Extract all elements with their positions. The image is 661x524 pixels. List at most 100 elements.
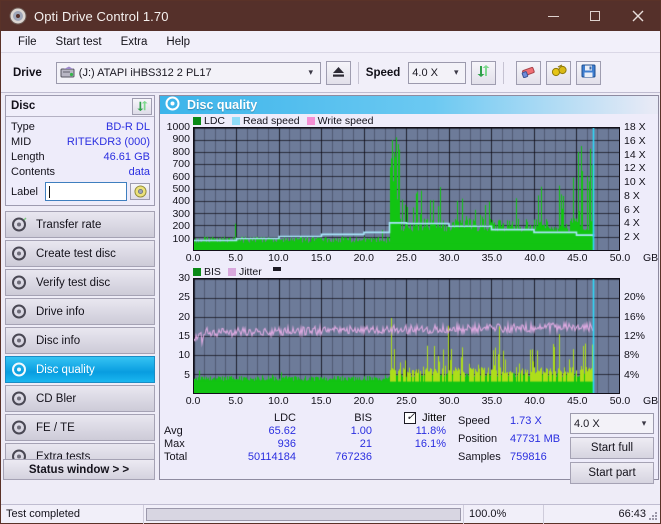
cursor-marker-icon <box>273 267 281 271</box>
speed-select[interactable]: 4.0 X ▾ <box>408 62 466 84</box>
disc-icon <box>12 246 27 261</box>
axis-tick: 5 <box>184 369 190 381</box>
progress-percent: 100.0% <box>464 505 544 524</box>
menu-item-extra[interactable]: Extra <box>112 34 157 50</box>
disc-label-apply-button[interactable] <box>130 183 150 200</box>
axis-tick: 0.0 <box>186 395 201 407</box>
bis-jitter-chart: 51015202530 4%8%12%16%20% <box>160 278 658 394</box>
legend-swatch <box>193 117 201 125</box>
axis-tick: 40.0 <box>524 395 544 407</box>
axis-tick: 15.0 <box>311 395 331 407</box>
legend-item-read-speed: Read speed <box>232 115 300 127</box>
disc-row-length: Length 46.61 GB <box>11 149 150 164</box>
test-speed-select[interactable]: 4.0 X ▾ <box>570 413 654 434</box>
jitter-toggle[interactable]: Jitter <box>378 412 454 424</box>
status-window-button[interactable]: Status window > > <box>3 459 155 480</box>
axis-tick: 18 X <box>624 121 646 133</box>
disc-row-key: Contents <box>11 166 55 178</box>
axis-tick: 30.0 <box>439 252 459 264</box>
disc-row-value: 46.61 GB <box>45 151 150 163</box>
sidebar-item-label: Disc quality <box>36 364 95 376</box>
disc-icon <box>12 333 27 348</box>
main-body: Disc Type BD-R DL MID R <box>1 94 661 482</box>
readout-row-position: Position 47731 MB <box>458 429 570 448</box>
drive-toolbar: Drive (J:) ATAPI iHBS312 2 PL17 ▾ <box>1 53 660 93</box>
resize-grip[interactable] <box>648 511 658 521</box>
maximize-button[interactable] <box>574 1 616 31</box>
readout-value: 1.73 X <box>510 415 542 427</box>
stats-max-ldc: 936 <box>216 438 302 450</box>
window-controls <box>532 1 660 31</box>
eraser-icon <box>521 65 537 81</box>
sidebar-item-fe-te[interactable]: FE / TE <box>5 414 155 441</box>
sidebar-item-create-test-disc[interactable]: Create test disc <box>5 240 155 267</box>
start-full-button[interactable]: Start full <box>570 437 654 459</box>
erase-button[interactable] <box>516 61 541 85</box>
sidebar-item-drive-info[interactable]: Drive info <box>5 298 155 325</box>
sidebar-item-disc-info[interactable]: Disc info <box>5 327 155 354</box>
legend-label: Read speed <box>243 115 300 127</box>
axis-tick: 25 <box>178 291 190 303</box>
ldc-plot-area[interactable] <box>193 127 620 251</box>
axis-tick: 10 <box>178 349 190 361</box>
save-button[interactable] <box>576 61 601 85</box>
glasses-icon <box>551 64 567 81</box>
axis-tick: 35.0 <box>482 252 502 264</box>
ldc-chart-legend: LDC Read speed Write speed <box>160 114 658 127</box>
sidebar-item-verify-test-disc[interactable]: Verify test disc <box>5 269 155 296</box>
sidebar-item-transfer-rate[interactable]: Transfer rate <box>5 211 155 238</box>
legend-swatch <box>228 268 236 276</box>
legend-swatch <box>193 268 201 276</box>
chevron-down-icon: ▾ <box>637 418 651 429</box>
disc-row-contents: Contents data <box>11 164 150 179</box>
menu-item-start-test[interactable]: Start test <box>47 34 111 50</box>
axis-tick: 1000 <box>167 121 190 133</box>
disc-refresh-button[interactable] <box>132 98 152 115</box>
sidebar: Disc Type BD-R DL MID R <box>1 94 159 482</box>
minimize-button[interactable] <box>532 1 574 31</box>
stats-avg-jitter: 11.8% <box>378 425 454 437</box>
sidebar-item-label: Disc info <box>36 335 80 347</box>
eject-button[interactable] <box>326 61 351 85</box>
axis-tick: 2 X <box>624 231 640 243</box>
bis-plot-area[interactable] <box>193 278 620 394</box>
window-title: Opti Drive Control 1.70 <box>34 9 532 24</box>
axis-tick: 4 X <box>624 217 640 229</box>
app-window: Opti Drive Control 1.70 File Start test … <box>0 0 661 524</box>
menu-item-help[interactable]: Help <box>157 34 199 50</box>
refresh-icon <box>476 64 491 81</box>
axis-tick: 900 <box>172 133 190 145</box>
readout-key: Samples <box>458 451 510 463</box>
menu-item-file[interactable]: File <box>9 34 46 50</box>
sidebar-item-cd-bler[interactable]: CD Bler <box>5 385 155 412</box>
close-icon[interactable] <box>616 1 660 31</box>
stats-avg-ldc: 65.62 <box>216 425 302 437</box>
axis-tick: 16 X <box>624 135 646 147</box>
axis-tick: 300 <box>172 208 190 220</box>
sidebar-item-label: Verify test disc <box>36 277 110 289</box>
jitter-checkbox[interactable] <box>404 412 416 424</box>
disc-row-type: Type BD-R DL <box>11 119 150 134</box>
ldc-speed-axis: 2 X4 X6 X8 X10 X12 X14 X16 X18 X <box>620 127 658 251</box>
legend-item-ldc: LDC <box>193 115 225 127</box>
axis-tick: 30.0 <box>439 395 459 407</box>
sidebar-item-label: Create test disc <box>36 248 116 260</box>
axis-tick: 20.0 <box>354 252 374 264</box>
legend-item-bis: BIS <box>193 266 221 278</box>
refresh-button[interactable] <box>471 61 496 85</box>
start-part-button[interactable]: Start part <box>570 462 654 484</box>
ldc-y-axis: 1002003004005006007008009001000 <box>160 127 193 251</box>
disc-row-value: RITEKDR3 (000) <box>31 136 150 148</box>
drive-icon <box>60 66 75 79</box>
title-bar: Opti Drive Control 1.70 <box>1 1 660 31</box>
readout-area: Speed 1.73 X Position 47731 MB Samples 7… <box>454 412 654 484</box>
disc-label-input[interactable] <box>45 182 127 201</box>
readout-key: Speed <box>458 415 510 427</box>
stats-row-key: Avg <box>164 425 216 437</box>
stats-header-jitter: Jitter <box>422 412 446 424</box>
scan-button[interactable] <box>546 61 571 85</box>
sidebar-item-disc-quality[interactable]: Disc quality <box>5 356 155 383</box>
drive-select[interactable]: (J:) ATAPI iHBS312 2 PL17 ▾ <box>56 62 321 84</box>
drive-label: Drive <box>13 67 42 79</box>
stats-total-ldc: 50114184 <box>216 451 302 463</box>
